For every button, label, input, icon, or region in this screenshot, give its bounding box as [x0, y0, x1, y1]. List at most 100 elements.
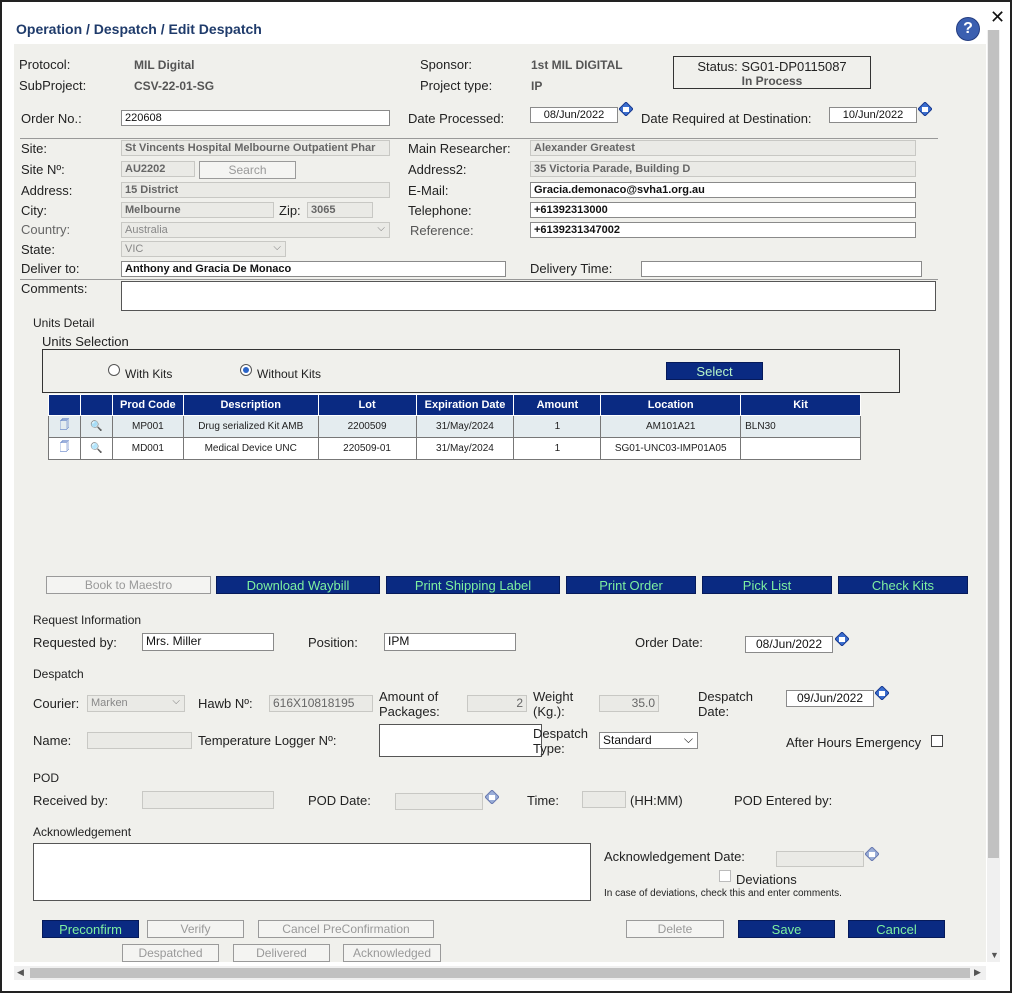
protocol-value: MIL Digital [134, 58, 195, 72]
units-selection-heading: Units Selection [42, 334, 129, 349]
cancel-preconfirmation-button[interactable]: Cancel PreConfirmation [258, 920, 434, 938]
with-kits-radio[interactable] [108, 364, 120, 376]
time-label: Time: [527, 793, 560, 808]
pick-list-button[interactable]: Pick List [702, 576, 832, 594]
zip-field[interactable]: 3065 [307, 202, 373, 218]
order-date-label: Order Date: [635, 635, 703, 650]
copy-icon[interactable]: 🗍 [48, 415, 81, 438]
divider [20, 138, 938, 139]
delivery-time-field[interactable] [641, 261, 922, 277]
horizontal-scroll-thumb[interactable] [30, 968, 970, 978]
date-required-field[interactable]: 10/Jun/2022 [829, 107, 917, 123]
cancel-button[interactable]: Cancel [848, 920, 945, 938]
acknowledged-button[interactable]: Acknowledged [343, 944, 441, 962]
book-to-maestro-button[interactable]: Book to Maestro [46, 576, 211, 594]
reference-field[interactable]: +6139231347002 [530, 222, 916, 238]
table-cell [740, 437, 861, 460]
name-field[interactable] [87, 732, 192, 749]
print-shipping-label-button[interactable]: Print Shipping Label [386, 576, 560, 594]
despatch-type-select[interactable]: Standard ⌵ [599, 732, 698, 749]
deliver-to-field[interactable]: Anthony and Gracia De Monaco [121, 261, 506, 277]
main-researcher-field[interactable]: Alexander Greatest [530, 140, 916, 156]
temp-logger-label: Temperature Logger Nº: [198, 733, 337, 748]
verify-button[interactable]: Verify [147, 920, 244, 938]
copy-icon[interactable]: 🗍 [48, 437, 81, 460]
despatch-date-field[interactable]: 09/Jun/2022 [786, 690, 874, 707]
magnifier-icon[interactable]: 🔍 [79, 437, 113, 460]
site-no-field[interactable]: AU2202 [121, 161, 195, 177]
city-field[interactable]: Melbourne [121, 202, 274, 218]
calendar-icon[interactable] [619, 102, 633, 116]
pod-date-field[interactable] [395, 793, 483, 810]
state-select[interactable]: VIC ⌵ [121, 241, 286, 257]
address-field[interactable]: 15 District [121, 182, 390, 198]
pod-date-label: POD Date: [308, 793, 371, 808]
address2-field[interactable]: 35 Victoria Parade, Building D [530, 161, 916, 177]
calendar-icon[interactable] [485, 790, 499, 804]
scroll-left-arrow-icon[interactable]: ◀ [17, 967, 24, 978]
position-field[interactable]: IPM [384, 633, 516, 651]
comments-textarea[interactable] [121, 281, 936, 311]
country-label: Country: [21, 222, 71, 237]
state-value: VIC [125, 243, 144, 255]
search-button[interactable]: Search [199, 161, 296, 179]
acknowledgement-date-field[interactable] [776, 851, 864, 867]
delivered-button[interactable]: Delivered [233, 944, 330, 962]
after-hours-label: After Hours Emergency [786, 735, 922, 750]
save-button[interactable]: Save [738, 920, 835, 938]
check-kits-button[interactable]: Check Kits [838, 576, 968, 594]
vertical-scrollbar[interactable] [987, 30, 1000, 962]
order-date-field[interactable]: 08/Jun/2022 [745, 636, 833, 653]
telephone-field[interactable]: +61392313000 [530, 202, 916, 218]
date-processed-field[interactable]: 08/Jun/2022 [530, 107, 618, 123]
packages-field[interactable]: 2 [467, 695, 527, 712]
download-waybill-button[interactable]: Download Waybill [216, 576, 380, 594]
close-icon[interactable]: ✕ [990, 7, 1005, 28]
column-header: Kit [740, 394, 861, 416]
table-cell: AM101A21 [600, 415, 742, 438]
scroll-right-arrow-icon[interactable]: ▶ [974, 967, 981, 978]
order-no-field[interactable]: 220608 [121, 110, 390, 126]
packages-label-line2: Packages: [379, 704, 440, 719]
without-kits-radio[interactable] [240, 364, 252, 376]
select-button[interactable]: Select [666, 362, 763, 380]
received-by-field[interactable] [142, 791, 274, 809]
calendar-icon[interactable] [918, 102, 932, 116]
magnifier-icon[interactable]: 🔍 [79, 415, 113, 438]
deviations-checkbox[interactable] [719, 870, 731, 882]
help-icon[interactable]: ? [956, 17, 980, 41]
vertical-scroll-thumb[interactable] [988, 30, 999, 858]
calendar-icon[interactable] [875, 686, 889, 700]
scroll-down-arrow-icon[interactable]: ▼ [990, 950, 999, 960]
despatch-heading: Despatch [33, 667, 84, 681]
after-hours-checkbox[interactable] [931, 735, 943, 747]
despatched-button[interactable]: Despatched [122, 944, 219, 962]
calendar-icon[interactable] [835, 632, 849, 646]
table-cell: 1 [513, 437, 602, 460]
weight-field[interactable]: 35.0 [599, 695, 659, 712]
with-kits-label: With Kits [125, 367, 173, 381]
hawb-label: Hawb Nº: [198, 696, 253, 711]
preconfirm-button[interactable]: Preconfirm [42, 920, 139, 938]
time-field[interactable] [582, 791, 626, 808]
email-field[interactable]: Gracia.demonaco@svha1.org.au [530, 182, 916, 198]
hawb-field[interactable]: 616X10818195 [269, 695, 373, 712]
table-cell: 2200509 [317, 415, 417, 438]
column-header: Lot [317, 394, 417, 416]
date-processed-label: Date Processed: [408, 111, 505, 126]
table-header-row: Prod Code Description Lot Expiration Dat… [48, 394, 861, 416]
city-label: City: [21, 203, 47, 218]
courier-select[interactable]: Marken ⌵ [87, 695, 185, 712]
pod-entered-by-label: POD Entered by: [734, 793, 833, 808]
calendar-icon[interactable] [865, 847, 879, 861]
temp-logger-textarea[interactable] [379, 724, 542, 757]
column-header: Prod Code [111, 394, 184, 416]
site-field[interactable]: St Vincents Hospital Melbourne Outpatien… [121, 140, 390, 156]
country-select[interactable]: Australia ⌵ [121, 222, 390, 238]
requested-by-field[interactable]: Mrs. Miller [142, 633, 274, 651]
print-order-button[interactable]: Print Order [566, 576, 696, 594]
acknowledgement-textarea[interactable] [33, 843, 591, 901]
table-cell: MD001 [111, 437, 184, 460]
delete-button[interactable]: Delete [626, 920, 724, 938]
horizontal-scrollbar[interactable] [14, 966, 986, 980]
